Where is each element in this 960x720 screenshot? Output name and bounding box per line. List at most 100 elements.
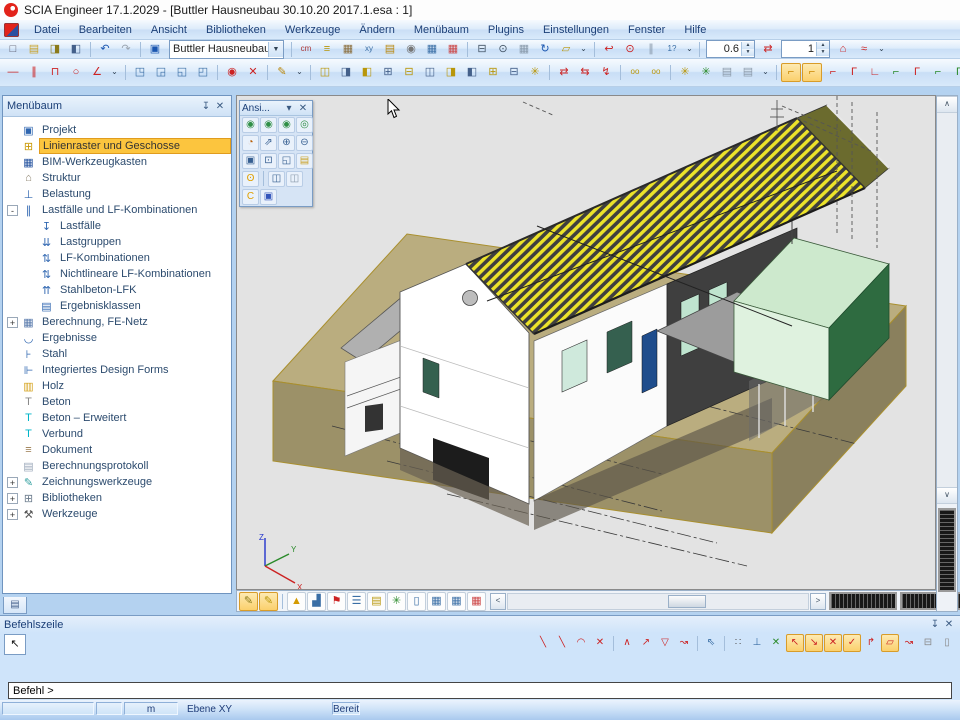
rotate-control-bar-1[interactable]: [829, 592, 897, 610]
tree-item[interactable]: ⊥ Belastung: [3, 186, 231, 202]
project-select[interactable]: Buttler Hausneubau ▼: [169, 40, 284, 59]
generate-nodes-button[interactable]: ✳: [675, 63, 695, 82]
tree-item[interactable]: ⊩ Integriertes Design Forms: [3, 362, 231, 378]
tree-item[interactable]: ↧ Lastfälle: [3, 218, 231, 234]
zoom-step-input[interactable]: 0.6 ▲▼: [706, 40, 755, 58]
scale-input[interactable]: 1 ▲▼: [781, 40, 830, 58]
support-point-button[interactable]: ∟: [865, 63, 885, 82]
connect-nodes-button[interactable]: oo: [625, 63, 645, 82]
draw-parallel-button[interactable]: ∥: [24, 63, 44, 82]
menu-item[interactable]: Werkzeuge: [276, 22, 349, 38]
merge-nodes-button[interactable]: oo: [646, 63, 666, 82]
tree-expander[interactable]: [7, 349, 18, 360]
zoom-document-button[interactable]: ⊙: [620, 40, 640, 59]
stepper-arrows[interactable]: ▲▼: [816, 42, 829, 56]
tree-expander[interactable]: [7, 413, 18, 424]
scroll-up-button[interactable]: ∧: [937, 96, 957, 113]
calculator-button[interactable]: ▦: [514, 40, 534, 59]
display-params-button[interactable]: ☰: [347, 592, 366, 611]
tree-expander[interactable]: [25, 269, 36, 280]
view-point-button[interactable]: ◉: [222, 63, 242, 82]
frames-button[interactable]: ▦: [422, 40, 442, 59]
snap-orthogonal-button[interactable]: ✓: [843, 634, 861, 652]
menu-item[interactable]: Plugins: [479, 22, 533, 38]
load-view-icon[interactable]: ▤: [296, 153, 313, 169]
geometry-overflow[interactable]: ⌄: [759, 63, 772, 82]
wrench-link-button[interactable]: ⇄: [554, 63, 574, 82]
tree-item[interactable]: ▥ Holz: [3, 378, 231, 394]
tree-item[interactable]: ⇈ Stahlbeton-LFK: [3, 282, 231, 298]
view-y-icon[interactable]: ◉: [260, 117, 277, 133]
stepper-arrows[interactable]: ▲▼: [741, 42, 754, 56]
results-display-button[interactable]: ▟: [307, 592, 326, 611]
check-structure-button[interactable]: ◫: [315, 63, 335, 82]
tree-item[interactable]: ⊦ Stahl: [3, 346, 231, 362]
tree-item[interactable]: T Beton – Erweitert: [3, 410, 231, 426]
tree-item[interactable]: ⇅ LF-Kombinationen: [3, 250, 231, 266]
snap-settings-button[interactable]: ▯: [938, 634, 956, 652]
snap-grid-button[interactable]: ▱: [881, 634, 899, 652]
tree-item[interactable]: + ⊞ Bibliotheken: [3, 490, 231, 506]
picture-wizard-button[interactable]: ▦: [447, 592, 466, 611]
spline-button[interactable]: ↗: [637, 634, 655, 652]
tree-item[interactable]: ▣ Projekt: [3, 122, 231, 138]
tree-item[interactable]: ▤ Berechnungsprotokoll: [3, 458, 231, 474]
model-viewport[interactable]: Z Y X Ansi... ▾ ✕ ◉◉◉◎ ◔⇗⊕⊖ ▣⊡◱▤ ʘ◫◫ C▣: [236, 95, 936, 590]
scroll-left-button[interactable]: <: [490, 593, 506, 610]
clip-front-icon[interactable]: ◫: [268, 171, 285, 187]
copy-button[interactable]: ◳: [130, 63, 150, 82]
cursor-snap-button[interactable]: ⇖: [702, 634, 720, 652]
mesh-ball-button[interactable]: ◉: [401, 40, 421, 59]
rotate-button[interactable]: ◰: [193, 63, 213, 82]
cross-link-button[interactable]: Γ: [949, 63, 960, 82]
tree-expander[interactable]: [7, 141, 18, 152]
menu-item[interactable]: Einstellungen: [534, 22, 618, 38]
align-members-button[interactable]: ◫: [420, 63, 440, 82]
tree-expander[interactable]: +: [7, 477, 18, 488]
snap-extra-button[interactable]: ⊟: [919, 634, 937, 652]
menu-item[interactable]: Bibliotheken: [197, 22, 275, 38]
activity-button[interactable]: ▦: [338, 40, 358, 59]
picture-gallery-button[interactable]: ▦: [427, 592, 446, 611]
standard-overflow[interactable]: ⌄: [577, 40, 590, 59]
intersect-members-button[interactable]: ⊞: [483, 63, 503, 82]
multicopy-button[interactable]: ◲: [151, 63, 171, 82]
snap-endpoints-button[interactable]: ↖: [786, 634, 804, 652]
tree-expander[interactable]: [7, 365, 18, 376]
menu-item[interactable]: Bearbeiten: [70, 22, 141, 38]
tree-item[interactable]: ⇅ Nichtlineare LF-Kombinationen: [3, 266, 231, 282]
delete-button[interactable]: ✕: [243, 63, 263, 82]
selection-cursor-button[interactable]: ↖: [4, 634, 26, 655]
zoom-window-icon[interactable]: ▣: [242, 153, 259, 169]
ortho-button[interactable]: ✕: [767, 634, 785, 652]
tree-item[interactable]: ⇊ Lastgruppen: [3, 234, 231, 250]
connect-members-button[interactable]: ◨: [336, 63, 356, 82]
panel-tab[interactable]: ▤: [3, 597, 27, 614]
snap-curve-button[interactable]: ↝: [900, 634, 918, 652]
dimension-lines-button[interactable]: ∥: [641, 40, 661, 59]
unit-info-button[interactable]: 1?: [662, 40, 682, 59]
close-icon[interactable]: ✕: [942, 619, 956, 630]
command-input[interactable]: [8, 682, 952, 699]
palette-header[interactable]: Ansi... ▾ ✕: [240, 101, 312, 116]
extend-members-button[interactable]: ◧: [462, 63, 482, 82]
menu-item[interactable]: Datei: [25, 22, 69, 38]
tree-expander[interactable]: [7, 333, 18, 344]
tree-expander[interactable]: +: [7, 509, 18, 520]
tree-expander[interactable]: [7, 445, 18, 456]
scroll-right-button[interactable]: >: [810, 593, 826, 610]
draw-angle-button[interactable]: ∠: [87, 63, 107, 82]
member-arrow-button[interactable]: ↯: [596, 63, 616, 82]
zoom-in-icon[interactable]: ⊕: [278, 135, 295, 151]
chevron-down-icon[interactable]: ▾: [282, 103, 296, 114]
menu-item[interactable]: Fenster: [619, 22, 674, 38]
unlink-nodes-button[interactable]: ⊟: [399, 63, 419, 82]
tree-item[interactable]: + ⚒ Werkzeuge: [3, 506, 231, 522]
labels-button[interactable]: ⚑: [327, 592, 346, 611]
clip-back-icon[interactable]: ◫: [286, 171, 303, 187]
mesh-display-button[interactable]: ✳: [387, 592, 406, 611]
node-link-button[interactable]: ⇆: [575, 63, 595, 82]
tree-item[interactable]: + ▦ Berechnung, FE-Netz: [3, 314, 231, 330]
generate-members-button[interactable]: ✳: [696, 63, 716, 82]
number-scale-button[interactable]: ≈: [854, 40, 874, 59]
